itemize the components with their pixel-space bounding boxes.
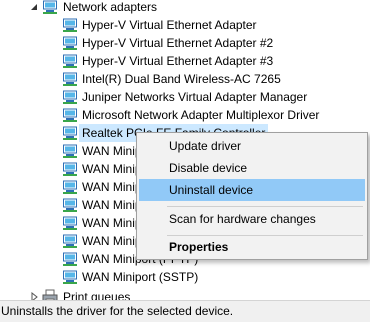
tree-item-label: Juniper Networks Virtual Adapter Manager [82,90,308,104]
menu-separator [167,206,363,207]
tree-item-label: Hyper-V Virtual Ethernet Adapter [82,18,257,32]
network-adapter-icon [62,251,78,267]
network-adapter-icon [62,107,78,123]
network-adapter-icon [62,71,78,87]
network-adapter-icon [42,0,58,15]
status-text: Uninstalls the driver for the selected d… [1,304,234,318]
menu-item-disable-device[interactable]: Disable device [139,157,365,179]
chevron-right-icon[interactable] [29,288,39,300]
tree-category-label: Print queues [63,290,131,300]
tree-item-label: Microsoft Network Adapter Multiplexor Dr… [82,108,320,122]
network-adapter-icon [62,53,78,69]
status-bar: Uninstalls the driver for the selected d… [0,300,370,322]
network-adapter-icon [62,35,78,51]
menu-item-update-driver[interactable]: Update driver [139,135,365,157]
tree-category-label: Network adapters [63,0,158,14]
menu-item-uninstall-device[interactable]: Uninstall device [139,179,365,201]
network-adapter-icon [62,215,78,231]
network-adapter-icon [62,233,78,249]
context-menu: Update driver Disable device Uninstall d… [136,132,368,260]
network-adapter-icon [62,89,78,105]
network-adapter-icon [62,161,78,177]
tree-item-label: Hyper-V Virtual Ethernet Adapter #3 [82,54,274,68]
network-adapter-icon [62,17,78,33]
network-adapter-icon [62,197,78,213]
network-adapter-icon [62,125,78,141]
tree-item-label: WAN Miniport (SSTP) [82,270,199,284]
network-adapter-icon [62,269,78,285]
tree-item-label: Hyper-V Virtual Ethernet Adapter #2 [82,36,274,50]
network-adapter-icon [62,143,78,159]
network-adapter-icon [62,179,78,195]
menu-item-scan-hardware-changes[interactable]: Scan for hardware changes [139,208,365,230]
printer-icon [42,289,58,300]
tree-item-label: Intel(R) Dual Band Wireless-AC 7265 [82,72,281,86]
chevron-down-icon[interactable] [29,0,39,16]
menu-item-properties[interactable]: Properties [139,236,365,258]
